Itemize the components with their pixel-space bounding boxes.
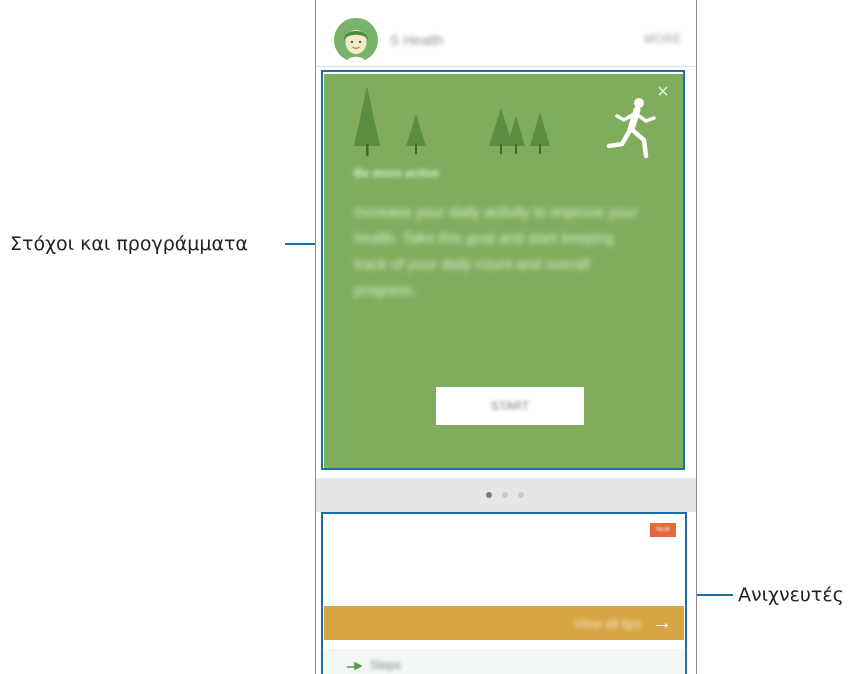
trees-illustration (354, 86, 550, 156)
steps-tracker-row[interactable]: Steps (324, 649, 684, 674)
trackers-card: NEW View all tips → Steps (324, 515, 684, 674)
steps-icon (347, 661, 362, 671)
card-pager (316, 478, 696, 512)
header-divider (316, 66, 696, 67)
app-title: S Health (390, 32, 444, 48)
page-dot-3[interactable] (518, 492, 524, 498)
runner-icon (606, 98, 656, 159)
trackers-annotation-label: Ανιχνευτές (738, 584, 844, 606)
trackers-annotation-line (695, 594, 733, 596)
profile-avatar[interactable] (334, 18, 378, 62)
start-button[interactable]: START (436, 387, 584, 425)
view-tips-bar[interactable]: View all tips → (324, 606, 684, 640)
page-dot-1[interactable] (486, 492, 492, 498)
new-badge: NEW (650, 523, 676, 537)
start-button-label: START (490, 399, 530, 413)
more-button[interactable]: MORE (644, 32, 682, 46)
avatar-face-icon (334, 18, 378, 62)
view-tips-label: View all tips (573, 616, 642, 631)
phone-screen: S Health MORE × Be more active Increase … (315, 0, 697, 674)
goal-heading: Be more active (354, 166, 440, 180)
app-header: S Health MORE (316, 6, 696, 66)
goals-programs-card[interactable]: × Be more active Increase your daily act… (324, 74, 685, 468)
new-badge-label: NEW (656, 527, 670, 533)
steps-label: Steps (370, 658, 401, 672)
page-dot-2[interactable] (502, 492, 508, 498)
goal-description: Increase your daily activity to improve … (354, 204, 638, 299)
goals-annotation-label: Στόχοι και προγράμματα (10, 233, 248, 255)
arrow-right-icon: → (652, 612, 672, 634)
